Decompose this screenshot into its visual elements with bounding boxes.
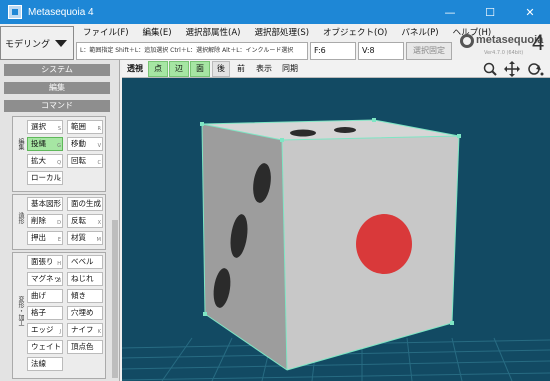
dice-model — [200, 118, 461, 371]
menu-panel[interactable]: パネル(P) — [394, 26, 445, 40]
move-cross-icon — [504, 61, 520, 77]
vertex-count: V:8 — [358, 42, 404, 60]
view-toolbar: 透視 点 辺 面 後 前 表示 同期 — [122, 60, 550, 78]
menu-selection-attr[interactable]: 選択部属性(A) — [179, 26, 248, 40]
tool-lattice[interactable]: 格子 — [27, 306, 63, 320]
point-mode-button[interactable]: 点 — [148, 61, 168, 77]
title-bar: Metasequoia 4 — ☐ ✕ — [0, 0, 550, 24]
window-title: Metasequoia 4 — [28, 6, 94, 18]
face-mode-button[interactable]: 面 — [190, 61, 210, 77]
section-system[interactable]: システム — [4, 64, 110, 76]
tool-stretch[interactable]: 面張り H — [27, 255, 63, 269]
tool-edge[interactable]: エッジ J — [27, 323, 63, 337]
3d-viewport[interactable] — [122, 78, 550, 381]
group-label-create: 造形 — [17, 212, 24, 224]
logo-version: Ver4.7.0 (64bit) — [484, 50, 524, 56]
mode-label: モデリング — [5, 39, 51, 50]
tool-material[interactable]: 材質 M — [67, 231, 103, 245]
tool-bevel[interactable]: ベベル — [67, 255, 103, 269]
menu-object[interactable]: オブジェクト(O) — [316, 26, 394, 40]
tool-normal[interactable]: 法線 — [27, 357, 63, 371]
close-button[interactable]: ✕ — [510, 0, 550, 24]
face-count: F:6 — [310, 42, 356, 60]
tool-vertex-color[interactable]: 頂点色 — [67, 340, 103, 354]
logo-number: 4 — [532, 30, 545, 55]
navigation-icons[interactable] — [482, 61, 548, 77]
tool-face-generate[interactable]: 面の生成 — [67, 197, 103, 211]
tool-lasso[interactable]: 投縄 G — [27, 137, 63, 151]
menu-bar: ファイル(F) 編集(E) 選択部属性(A) 選択部処理(S) オブジェクト(O… — [76, 26, 491, 40]
section-command[interactable]: コマンド — [4, 100, 110, 112]
command-panel: システム 編集 コマンド 編集 選択 S 範囲 R 投縄 G 移動 V 拡大 Q 回転 C … — [0, 60, 120, 381]
tool-primitive[interactable]: 基本図形 — [27, 197, 63, 211]
edge-mode-button[interactable]: 辺 — [169, 61, 189, 77]
view-display-button[interactable]: 表示 — [252, 61, 276, 77]
tool-hole-fill[interactable]: 穴埋め — [67, 306, 103, 320]
view-sync-button[interactable]: 同期 — [278, 61, 302, 77]
mode-dropdown[interactable]: モデリング — [0, 26, 74, 60]
maximize-button[interactable]: ☐ — [470, 0, 510, 24]
menu-file[interactable]: ファイル(F) — [76, 26, 136, 40]
tool-local[interactable]: ローカル L — [27, 171, 63, 185]
minimize-button[interactable]: — — [430, 0, 470, 24]
selection-lock-button[interactable]: 選択固定 — [406, 42, 452, 60]
rotate-icon — [528, 63, 544, 76]
tool-weight[interactable]: ウェイト — [27, 340, 63, 354]
viewport-scene — [122, 118, 550, 381]
group-label-shape: 変形・加工 — [17, 296, 24, 326]
help-hint: L：範囲指定 Shift＋L：追加選択 Ctrl＋L：選択解除 Alt＋L：イン… — [76, 42, 308, 60]
logo-mark-icon — [460, 34, 474, 48]
tool-knife[interactable]: ナイフ K — [67, 323, 103, 337]
app-logo: metasequoia 4 Ver4.7.0 (64bit) — [456, 28, 550, 62]
tool-move[interactable]: 移動 V — [67, 137, 103, 151]
tool-rotate[interactable]: 回転 C — [67, 154, 103, 168]
tool-twist[interactable]: ねじれ — [67, 272, 103, 286]
tool-mirror[interactable]: 反転 X — [67, 214, 103, 228]
view-front-button[interactable]: 後 — [212, 61, 230, 77]
magnify-icon — [483, 62, 497, 76]
menu-selection-proc[interactable]: 選択部処理(S) — [248, 26, 317, 40]
chevron-down-icon — [55, 40, 67, 47]
tool-scale[interactable]: 拡大 Q — [27, 154, 63, 168]
tool-tilt[interactable]: 傾き — [67, 289, 103, 303]
tool-extrude[interactable]: 押出 E — [27, 231, 63, 245]
group-label-edit: 編集 — [17, 138, 24, 150]
tool-delete[interactable]: 削除 D — [27, 214, 63, 228]
tool-bend[interactable]: 曲げ — [27, 289, 63, 303]
tool-select[interactable]: 選択 S — [27, 120, 63, 134]
tool-magnet[interactable]: マグネットB — [27, 272, 63, 286]
app-icon — [8, 5, 22, 19]
section-edit[interactable]: 編集 — [4, 82, 110, 94]
menu-edit[interactable]: 編集(E) — [136, 26, 179, 40]
panel-scrollbar[interactable] — [112, 220, 118, 378]
perspective-toggle[interactable]: 透視 — [124, 61, 146, 77]
tool-range[interactable]: 範囲 R — [67, 120, 103, 134]
view-back-button[interactable]: 前 — [232, 61, 250, 77]
